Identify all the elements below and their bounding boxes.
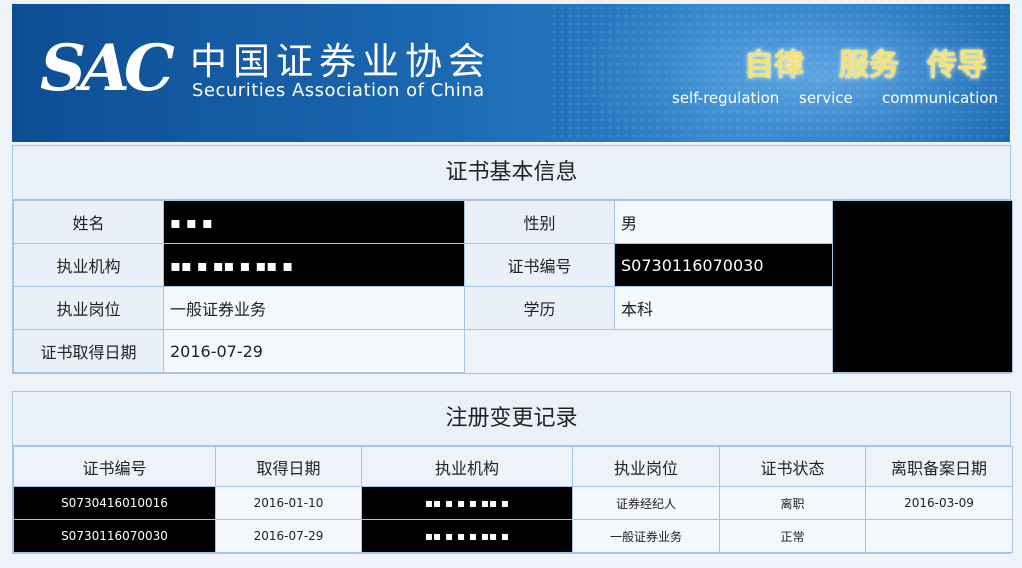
org-name-cn: 中国证券业协会: [190, 40, 491, 83]
table-header-row: 证书编号 取得日期 执业机构 执业岗位 证书状态 离职备案日期: [13, 446, 1013, 487]
date-cell: 2016-07-29: [215, 519, 362, 553]
sac-logo: SAC: [40, 31, 175, 106]
position-cell: 证券经纪人: [572, 486, 720, 520]
position-value: 一般证券业务: [163, 286, 465, 330]
status-cell: 正常: [719, 519, 866, 553]
basic-info-title: 证书基本信息: [13, 146, 1010, 200]
date-value: 2016-07-29: [163, 329, 465, 373]
records-panel: 注册变更记录 证书编号 取得日期 执业机构 执业岗位 证书状态 离职备案日期 S…: [12, 391, 1013, 554]
col-header-org: 执业机构: [361, 446, 573, 487]
empty-cell: [464, 329, 833, 373]
org-value: ▪▪ ▪ ▪▪ ▪ ▪▪ ▪: [163, 243, 465, 287]
edu-label: 学历: [464, 286, 615, 330]
photo: [832, 200, 1013, 373]
cert-no-label: 证书编号: [464, 243, 615, 287]
basic-info-table: 姓名 ▪ ▪ ▪ 性别 男 执业机构 ▪▪ ▪ ▪▪ ▪ ▪▪ ▪ 证书编号 S…: [13, 200, 1013, 373]
records-title: 注册变更记录: [13, 392, 1010, 446]
status-cell: 离职: [719, 486, 866, 520]
date-cell: 2016-01-10: [215, 486, 362, 520]
position-cell: 一般证券业务: [572, 519, 720, 553]
table-row: S0730116070030 2016-07-29 ▪▪ ▪ ▪ ▪ ▪▪ ▪ …: [13, 519, 1013, 553]
header-banner: SAC 中国证券业协会 Securities Association of Ch…: [12, 4, 1010, 142]
basic-info-panel: 证书基本信息 姓名 ▪ ▪ ▪ 性别 男 执业机构 ▪▪ ▪ ▪▪ ▪ ▪▪ ▪…: [12, 145, 1013, 374]
table-row: 姓名 ▪ ▪ ▪ 性别 男: [13, 200, 1013, 373]
edu-value: 本科: [614, 286, 833, 330]
table-row: S0730416010016 2016-01-10 ▪▪ ▪ ▪ ▪ ▪▪ ▪ …: [13, 486, 1013, 520]
name-label: 姓名: [13, 200, 164, 244]
col-header-cert-no: 证书编号: [13, 446, 216, 487]
gender-value: 男: [614, 200, 833, 244]
slogan-communication-en: communication: [882, 89, 999, 107]
position-label: 执业岗位: [13, 286, 164, 330]
col-header-date: 取得日期: [215, 446, 362, 487]
date-label: 证书取得日期: [13, 329, 164, 373]
leave-date-cell: [865, 519, 1013, 553]
org-label: 执业机构: [13, 243, 164, 287]
org-cell: ▪▪ ▪ ▪ ▪ ▪▪ ▪: [361, 519, 573, 553]
slogan-self-regulation-en: self-regulation: [672, 89, 780, 107]
col-header-position: 执业岗位: [572, 446, 720, 487]
org-cell: ▪▪ ▪ ▪ ▪ ▪▪ ▪: [361, 486, 573, 520]
gender-label: 性别: [464, 200, 615, 244]
name-value: ▪ ▪ ▪: [163, 200, 465, 244]
cert-no-cell: S0730116070030: [13, 519, 216, 553]
leave-date-cell: 2016-03-09: [865, 486, 1013, 520]
slogan-service-en: service: [799, 89, 853, 107]
records-table: 证书编号 取得日期 执业机构 执业岗位 证书状态 离职备案日期 S0730416…: [13, 446, 1013, 553]
cert-no-cell: S0730416010016: [13, 486, 216, 520]
cert-no-value: S0730116070030: [614, 243, 833, 287]
slogan-self-regulation-cn: 自律: [744, 48, 804, 83]
slogan-communication-cn: 传导: [927, 48, 987, 83]
org-name-en: Securities Association of China: [192, 80, 485, 101]
col-header-status: 证书状态: [719, 446, 866, 487]
slogan-service-cn: 服务: [839, 48, 899, 83]
col-header-leave-date: 离职备案日期: [865, 446, 1013, 487]
